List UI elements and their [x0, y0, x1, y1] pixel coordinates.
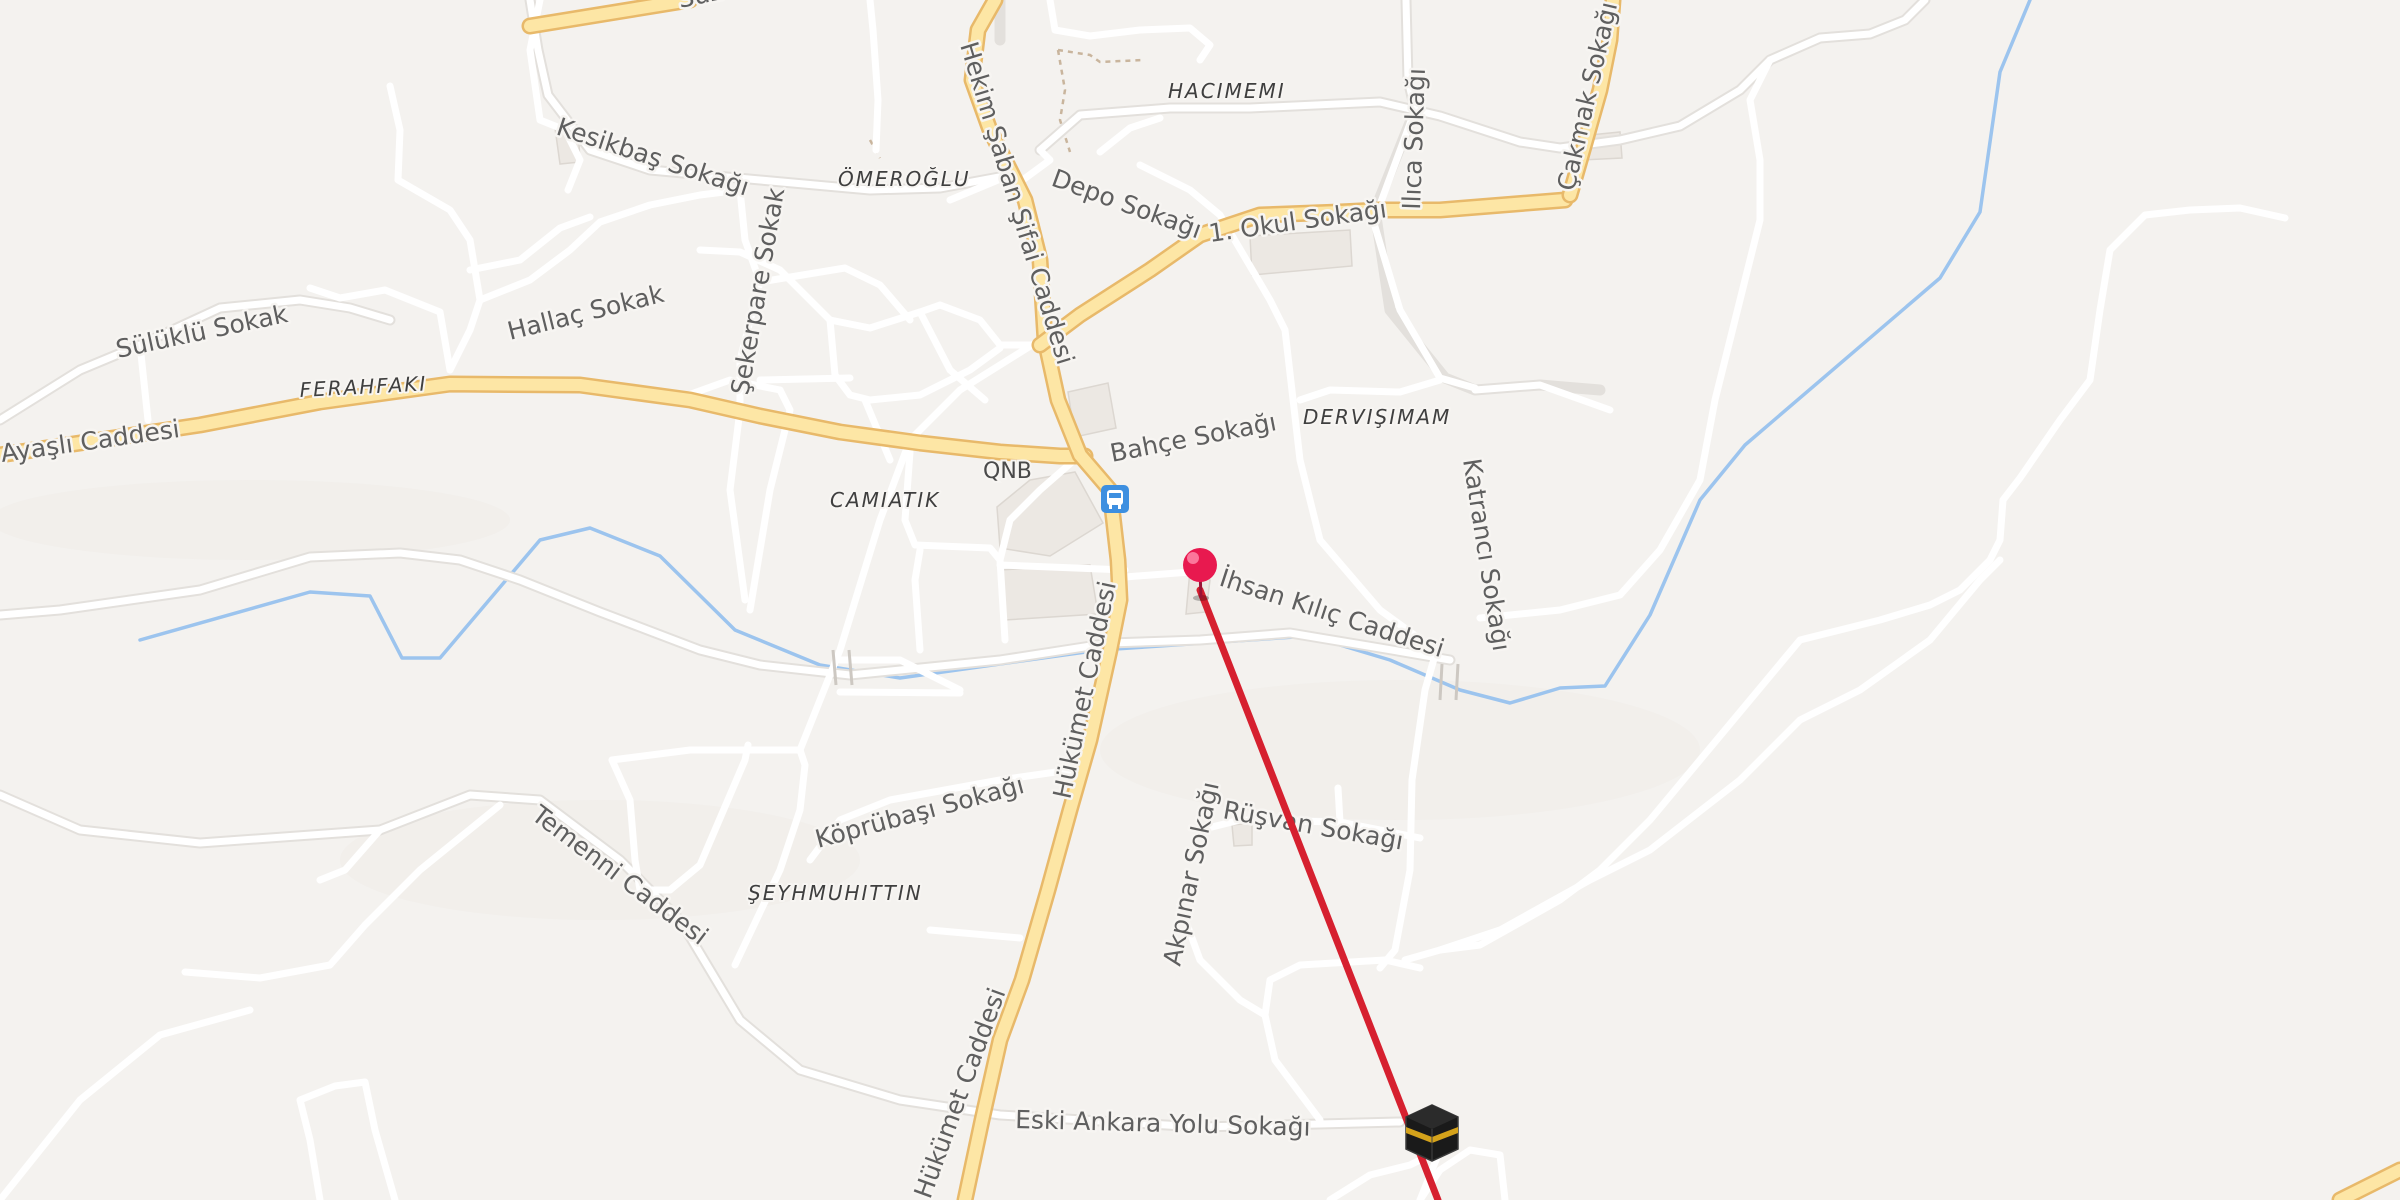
street-label: Hallaç Sokak [504, 279, 667, 346]
street-label: Kesikbaş Sokağı [553, 112, 753, 202]
terrain-shading [0, 480, 1700, 920]
district-label: DERVIŞIMAM [1303, 405, 1451, 429]
minor-roads [0, 0, 2289, 1200]
district-label: CAMIATIK [830, 488, 940, 512]
street-label: Katrancı Sokağı [1457, 456, 1516, 653]
district-label: HACIMEMI [1168, 79, 1286, 103]
street-label: Sülüklü Sokak [113, 299, 290, 364]
street-label: Suzen [675, 0, 755, 14]
street-label: Şekerpare Sokak [725, 185, 790, 397]
street-label: İhsan Kılıç Caddesi [1216, 563, 1448, 663]
district-label: ŞEYHMUHITTIN [748, 881, 923, 905]
bank-label: QNB [983, 459, 1032, 484]
street-label: Eski Ankara Yolu Sokağı [1015, 1105, 1311, 1142]
map-canvas[interactable]: Suzen Hekim Şaban Şifai Caddesi HACIMEMI… [0, 0, 2400, 1200]
street-label: Köprübaşı Sokağı [812, 770, 1027, 854]
kaaba-icon[interactable] [1405, 1104, 1459, 1162]
street-label: Ilıca Sokağı [1397, 68, 1431, 211]
street-label: Ayaşlı Caddesi [0, 414, 181, 468]
district-label: ÖMEROĞLU [838, 167, 971, 191]
street-label: Depo Sokağı [1048, 163, 1206, 244]
street-label: Bahçe Sokağı [1108, 407, 1279, 468]
street-label: Akpınar Sokağı [1158, 779, 1225, 968]
bus-stop-icon[interactable] [1101, 485, 1129, 513]
